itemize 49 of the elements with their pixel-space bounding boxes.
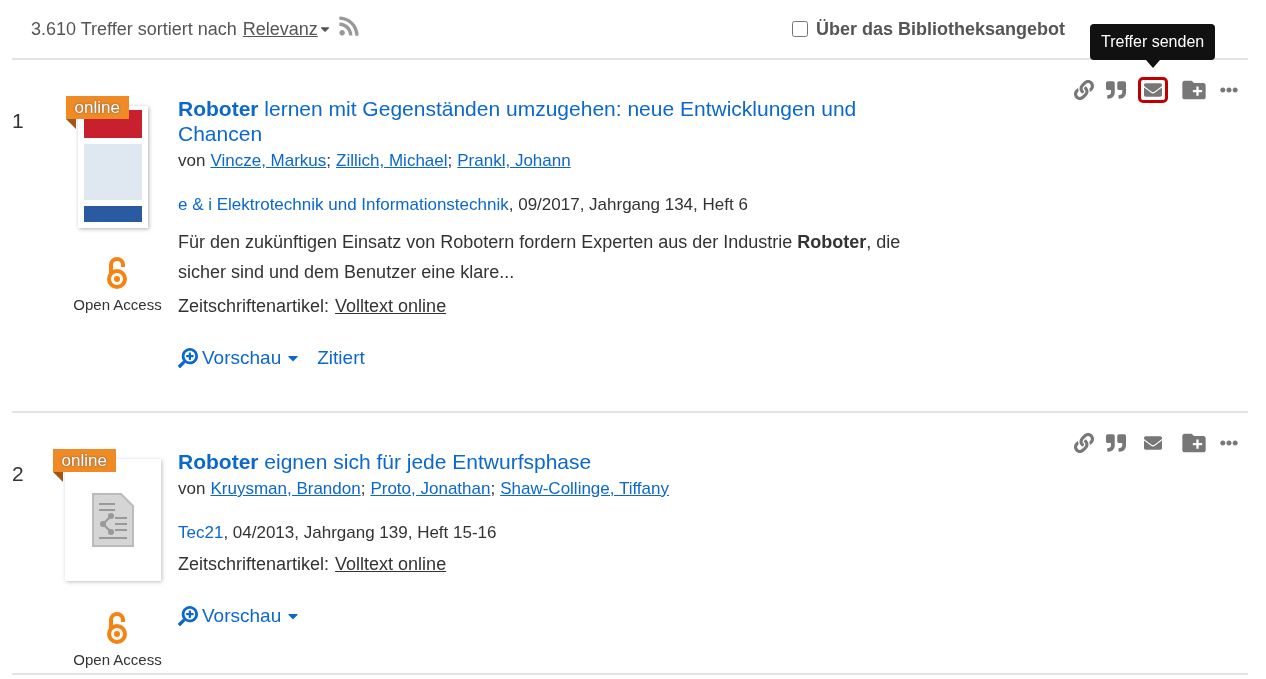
- zoom-in-icon: [178, 348, 198, 369]
- result-title-link[interactable]: Roboter lernen mit Gegenständen umzugehen: neue Entwicklungen und Chancen: [178, 96, 938, 146]
- author-link[interactable]: Kruysman, Brandon: [210, 476, 361, 502]
- fulltext-link[interactable]: Volltext online: [335, 293, 447, 320]
- rss-icon[interactable]: [337, 15, 360, 37]
- by-label: von: [178, 150, 206, 172]
- sort-dropdown[interactable]: Relevanz: [242, 15, 332, 43]
- fulltext-link[interactable]: Volltext online: [335, 551, 447, 578]
- quote-icon[interactable]: [1106, 433, 1126, 453]
- author-link[interactable]: Prankl, Johann: [457, 148, 571, 174]
- issue-text: , 04/2013, Jahrgang 139, Heft 15-16: [223, 521, 497, 544]
- journal-link[interactable]: e & i Elektrotechnik und Informationstechnik: [178, 191, 509, 217]
- journal-link[interactable]: Tec21: [178, 519, 224, 545]
- link-icon[interactable]: [1074, 433, 1094, 453]
- separator-text: ;: [490, 478, 496, 500]
- preview-button[interactable]: Vorschau: [178, 602, 302, 631]
- open-access-label: Open Access: [73, 295, 162, 315]
- checkbox[interactable]: [791, 21, 808, 37]
- result-title-link[interactable]: Roboter eignen sich für jede Entwurfsphase: [178, 449, 938, 474]
- link-icon[interactable]: [1074, 80, 1094, 100]
- separator-text: ;: [360, 478, 366, 500]
- by-label: von: [178, 478, 206, 500]
- result-count: 3.610 Treffer sortiert nach: [31, 17, 237, 41]
- issue-text: , 09/2017, Jahrgang 134, Heft 6: [508, 193, 748, 216]
- mail-button[interactable]: [1138, 77, 1168, 103]
- mail-icon: [1144, 81, 1162, 99]
- result-number: 2: [12, 461, 25, 487]
- cited-link[interactable]: Zitiert: [317, 344, 365, 373]
- preview-button[interactable]: Vorschau: [178, 344, 302, 373]
- document-share-icon: [90, 492, 135, 548]
- open-lock-icon: [106, 611, 129, 645]
- separator-text: ;: [326, 150, 332, 172]
- zoom-in-icon: [178, 606, 198, 627]
- author-link[interactable]: Zillich, Michael: [336, 148, 448, 174]
- separator-text: ;: [447, 150, 453, 172]
- tooltip: Treffer senden: [1090, 24, 1216, 68]
- open-access-label: Open Access: [73, 650, 162, 670]
- quote-icon[interactable]: [1106, 80, 1126, 100]
- mail-icon: [1144, 434, 1162, 452]
- result-number: 1: [12, 108, 25, 134]
- abstract-snippet: Für den zukünftigen Einsatz von Robotern fordern Experten aus der Industrie Roboter, die sicher sind und dem Benutzer eine klare...: [178, 231, 902, 284]
- checkbox-label: Über das Bibliotheksangebot: [815, 17, 1065, 41]
- author-link[interactable]: Vincze, Markus: [210, 148, 327, 174]
- open-lock-icon: [106, 256, 129, 290]
- author-link[interactable]: Proto, Jonathan: [370, 476, 491, 502]
- type-label: Zeitschriftenartikel:: [178, 295, 330, 318]
- author-link[interactable]: Shaw-Collinge, Tiffany: [500, 476, 669, 502]
- tooltip-pointer-icon: [1145, 60, 1160, 68]
- type-label: Zeitschriftenartikel:: [178, 553, 330, 576]
